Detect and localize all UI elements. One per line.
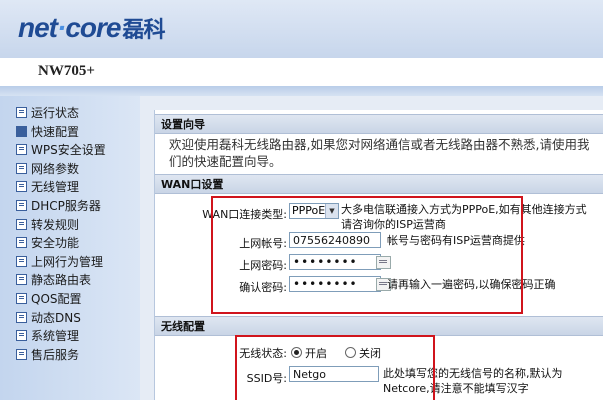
sidebar-item[interactable]: 无线管理 <box>16 178 106 197</box>
sidebar-item-label: 安全功能 <box>31 236 80 251</box>
menu-item-icon <box>16 292 27 304</box>
sidebar-item[interactable]: 上网行为管理 <box>16 253 106 272</box>
sidebar-item-label: 无线管理 <box>31 180 80 195</box>
wireless-section-title: 无线配置 <box>155 316 603 336</box>
wan-section-title: WAN口设置 <box>155 174 603 194</box>
sidebar-item[interactable]: DHCP服务器 <box>16 197 106 216</box>
sidebar-item-label: 运行状态 <box>31 106 80 120</box>
sidebar-item-label: 售后服务 <box>31 347 80 362</box>
menu-item-icon <box>16 144 27 156</box>
header-divider <box>0 86 603 96</box>
sidebar-menu: 运行状态快速配置 WPS安全设置 网络参数无线管理 DHCP服务器 转发规则安全功能上网… <box>16 104 106 364</box>
menu-item-icon <box>16 199 27 211</box>
sidebar-item[interactable]: 快速配置 <box>16 123 106 142</box>
menu-item-icon <box>16 237 27 249</box>
main-content: 设置向导 欢迎使用磊科无线路由器,如果您对网络通信或者无线路由器不熟悉,请使用我… <box>140 96 603 400</box>
model-name: NW705+ <box>38 63 95 79</box>
header: net·core磊科 <box>0 0 603 58</box>
wizard-panel: 设置向导 欢迎使用磊科无线路由器,如果您对网络通信或者无线路由器不熟悉,请使用我… <box>154 110 603 400</box>
sidebar-item-label: 静态路由表 <box>31 273 92 288</box>
sidebar-item[interactable]: 安全功能 <box>16 234 106 253</box>
menu-item-icon <box>16 218 27 230</box>
wizard-section-title: 设置向导 <box>155 114 603 134</box>
sidebar-item[interactable]: 动态DNS <box>16 309 106 328</box>
sidebar-item-label: 系统管理 <box>31 329 80 344</box>
sidebar-item-label: DHCP服务器 <box>31 198 101 213</box>
sidebar-item[interactable]: 转发规则 <box>16 216 106 235</box>
sidebar-item-label: 动态DNS <box>31 310 81 325</box>
model-bar: NW705+ <box>0 58 603 88</box>
sidebar-item[interactable]: QOS配置 <box>16 290 106 309</box>
menu-item-icon <box>16 274 27 286</box>
sidebar-item[interactable]: 网络参数 <box>16 160 106 179</box>
menu-item-icon <box>16 255 27 267</box>
sidebar-item-label: 网络参数 <box>31 161 80 176</box>
netcore-logo: net·core磊科 <box>18 12 166 43</box>
welcome-text: 欢迎使用磊科无线路由器,如果您对网络通信或者无线路由器不熟悉,请使用我们的快速配… <box>169 137 590 169</box>
sidebar-item-label: 快速配置 <box>31 124 80 139</box>
menu-item-icon <box>16 330 27 342</box>
router-admin-page: net·core磊科 NW705+ 运行状态快速配置 WPS安全设置 网络参数无线管… <box>0 0 603 400</box>
menu-item-icon <box>16 181 27 193</box>
sidebar: 运行状态快速配置 WPS安全设置 网络参数无线管理 DHCP服务器 转发规则安全功能上网… <box>0 96 140 400</box>
sidebar-item-label: 转发规则 <box>31 217 80 232</box>
sidebar-item-label: 上网行为管理 <box>31 254 104 269</box>
sidebar-item[interactable]: WPS安全设置 <box>16 141 106 160</box>
sidebar-item[interactable]: 运行状态 <box>16 104 106 123</box>
sidebar-item[interactable]: 静态路由表 <box>16 271 106 290</box>
wireless-highlight-box <box>235 335 435 400</box>
sidebar-item[interactable]: 售后服务 <box>16 346 106 365</box>
menu-item-icon <box>16 107 27 118</box>
menu-item-icon <box>16 125 27 137</box>
wan-highlight-box <box>211 196 523 314</box>
sidebar-item[interactable]: 系统管理 <box>16 327 106 346</box>
menu-item-icon <box>16 311 27 323</box>
menu-item-icon <box>16 162 27 174</box>
sidebar-item-label: WPS安全设置 <box>31 143 106 158</box>
menu-item-icon <box>16 348 27 360</box>
sidebar-item-label: QOS配置 <box>31 291 82 306</box>
